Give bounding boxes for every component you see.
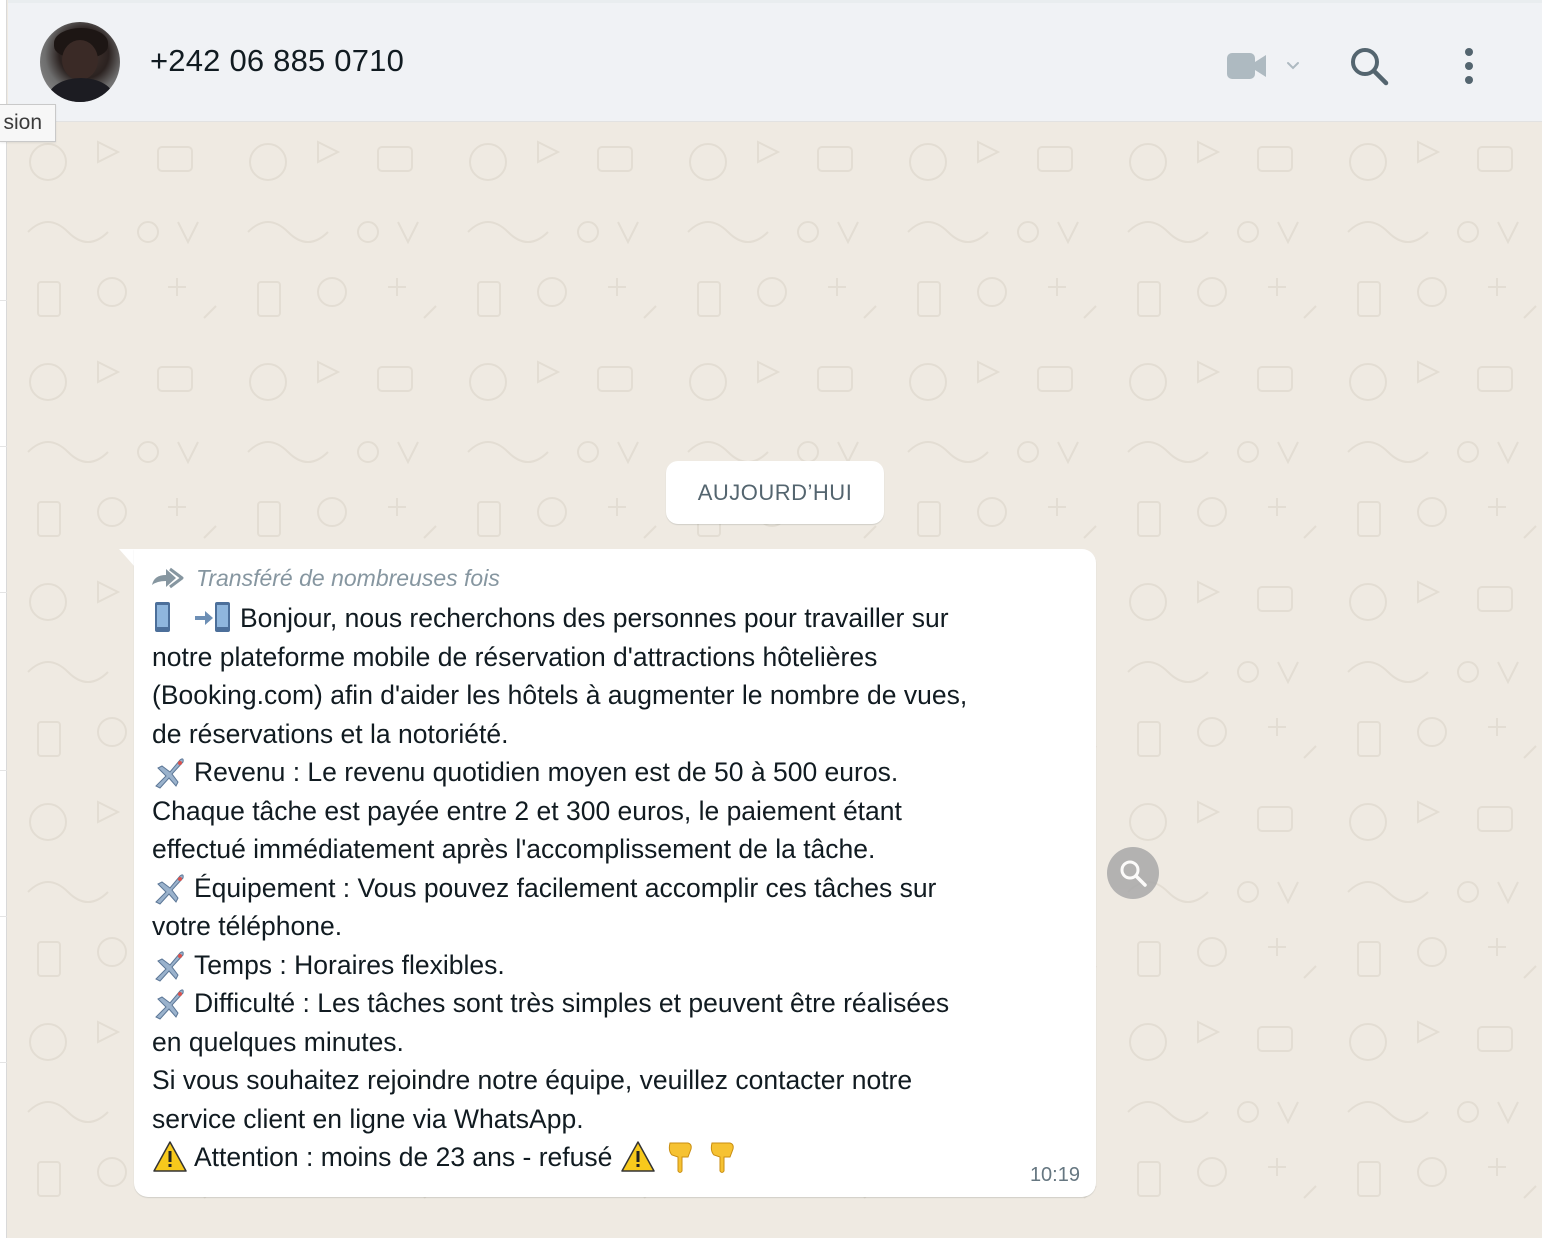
line-text: (Booking.com) afin d'aider les hôtels à … [152, 680, 968, 710]
warning-emoji [620, 1139, 656, 1175]
contact-name[interactable]: +242 06 885 0710 [150, 43, 404, 79]
message-line: Attention : moins de 23 ans - refusé [152, 1138, 1072, 1177]
point-down-emoji [662, 1139, 698, 1175]
line-text: en quelques minutes. [152, 1026, 404, 1057]
mobile-phone-emoji [152, 600, 188, 636]
message-bubble[interactable]: Transféré de nombreuses fois Bonjour, no… [134, 549, 1096, 1197]
forwarded-label: Transféré de nombreuses fois [196, 564, 500, 591]
message-line: votre téléphone. [152, 907, 1072, 946]
menu-button[interactable] [1454, 45, 1484, 87]
point-down-emoji [704, 1139, 740, 1175]
airplane-emoji [152, 870, 188, 906]
chevron-down-icon [1287, 62, 1299, 70]
message-text: Bonjour, nous recherchons des personnes … [152, 599, 1072, 1177]
forwarded-indicator: Transféré de nombreuses fois [150, 563, 500, 593]
line-text: Équipement : Vous pouvez facilement acco… [194, 872, 937, 903]
message-line: notre plateforme mobile de réservation d… [152, 638, 1072, 677]
warning-emoji [152, 1139, 188, 1175]
line-text: notre plateforme mobile de réservation d… [152, 641, 878, 672]
line-text: Difficulté : Les tâches sont très simple… [194, 988, 950, 1018]
line-text: Chaque tâche est payée entre 2 et 300 eu… [152, 795, 902, 826]
message-line: service client en ligne via WhatsApp. [152, 1100, 1072, 1139]
message-line: de réservations et la notoriété. [152, 715, 1072, 754]
tooltip: sion [0, 104, 56, 142]
message-line: (Booking.com) afin d'aider les hôtels à … [152, 676, 1072, 715]
message-line: Bonjour, nous recherchons des personnes … [152, 599, 1072, 638]
message-line: Revenu : Le revenu quotidien moyen est d… [152, 753, 1072, 792]
airplane-emoji [152, 754, 188, 790]
line-text: Si vous souhaitez rejoindre notre équipe… [152, 1065, 913, 1095]
message-time: 10:19 [1029, 1164, 1080, 1186]
chat-header: +242 06 885 0710 [8, 0, 1542, 122]
left-panel-edge [0, 0, 7, 1238]
line-text: service client en ligne via WhatsApp. [152, 1103, 584, 1134]
date-separator: AUJOURD’HUI [666, 461, 884, 524]
airplane-emoji [152, 947, 188, 983]
line-text: votre téléphone. [152, 911, 343, 941]
video-call-icon [1227, 53, 1299, 79]
video-call-button[interactable] [1226, 49, 1302, 83]
message-line: effectué immédiatement après l'accomplis… [152, 830, 1072, 869]
message-line: Chaque tâche est payée entre 2 et 300 eu… [152, 792, 1072, 831]
line-text: effectué immédiatement après l'accomplis… [152, 834, 876, 864]
line-text: Attention : moins de 23 ans - refusé [194, 1142, 613, 1172]
kebab-menu-icon [1465, 48, 1473, 84]
line-text: Bonjour, nous recherchons des personnes … [240, 603, 949, 633]
line-text: de réservations et la notoriété. [152, 718, 509, 749]
line-text: Temps : Horaires flexibles. [194, 949, 505, 980]
message-line: en quelques minutes. [152, 1023, 1072, 1062]
line-text: Revenu : Le revenu quotidien moyen est d… [194, 757, 899, 787]
forwarded-many-icon [152, 567, 184, 589]
message-line: Difficulté : Les tâches sont très simple… [152, 984, 1072, 1023]
mobile-arrow-emoji [194, 600, 234, 636]
message-line: Équipement : Vous pouvez facilement acco… [152, 869, 1072, 908]
search-icon [1120, 860, 1147, 887]
airplane-emoji [152, 985, 188, 1021]
bubble-tail [119, 549, 135, 567]
search-icon [1351, 48, 1389, 86]
search-media-button[interactable] [1107, 847, 1159, 899]
message-line: Si vous souhaitez rejoindre notre équipe… [152, 1061, 1072, 1100]
avatar[interactable] [40, 22, 120, 102]
message-line: Temps : Horaires flexibles. [152, 946, 1072, 985]
search-button[interactable] [1348, 45, 1390, 87]
